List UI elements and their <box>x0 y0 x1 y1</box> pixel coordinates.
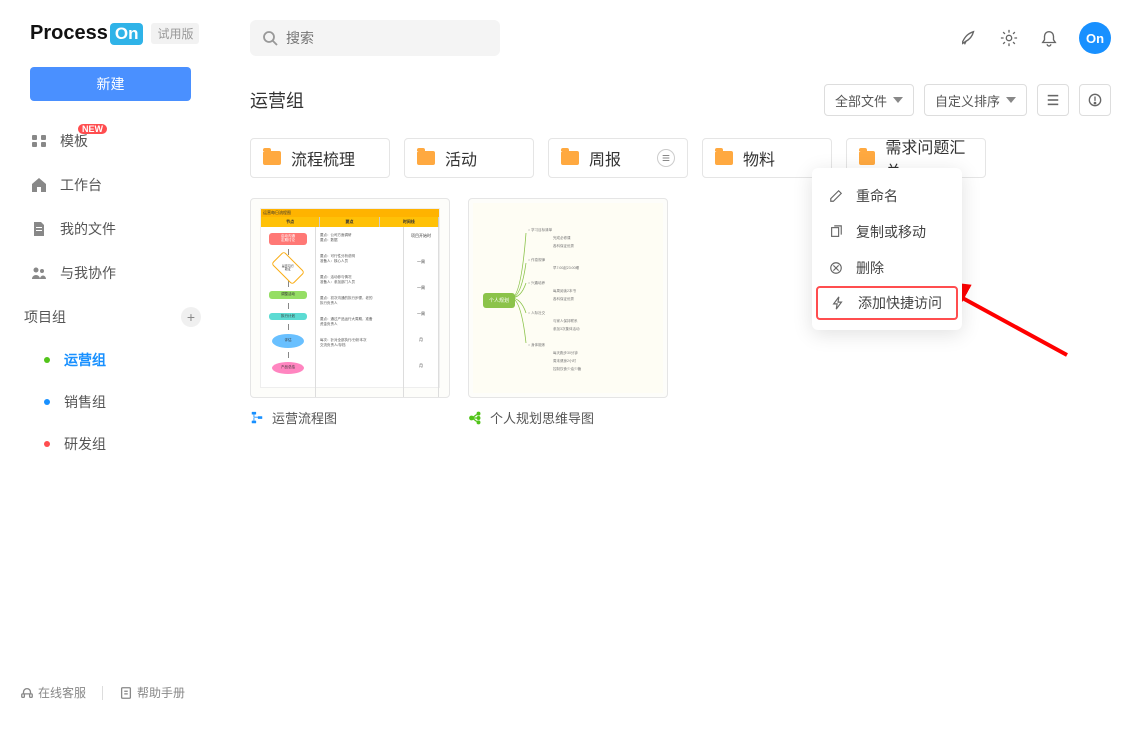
nav-templates[interactable]: 模板 NEW <box>0 119 221 163</box>
bell-icon[interactable] <box>1039 28 1059 48</box>
nav-label: 与我协作 <box>60 263 116 283</box>
nav-shared[interactable]: 与我协作 <box>0 251 221 295</box>
main-content: On 运营组 全部文件 自定义排序 <box>222 0 1139 731</box>
folder-activity[interactable]: 活动 <box>404 138 534 178</box>
page-title: 运营组 <box>250 87 304 113</box>
template-icon <box>30 132 48 150</box>
menu-delete[interactable]: 删除 <box>812 250 962 286</box>
nav-my-files[interactable]: 我的文件 <box>0 207 221 251</box>
folder-weekly[interactable]: 周报 <box>548 138 688 178</box>
nav-list: 模板 NEW 工作台 我的文件 与我协作 <box>0 119 221 295</box>
copy-icon <box>828 224 844 240</box>
search-box[interactable] <box>250 20 500 56</box>
top-bar: On <box>250 20 1111 56</box>
support-link[interactable]: 在线客服 <box>20 684 86 701</box>
file-meta: 个人规划思维导图 <box>468 408 668 427</box>
folder-icon <box>561 151 579 165</box>
new-badge: NEW <box>78 124 107 134</box>
divider <box>102 686 103 700</box>
avatar[interactable]: On <box>1079 22 1111 54</box>
project-section-header: 项目组 + <box>0 295 221 339</box>
logo-badge: On <box>110 23 144 45</box>
home-icon <box>30 176 48 194</box>
section-title: 项目组 <box>24 307 66 327</box>
folder-more-button[interactable] <box>657 149 675 167</box>
group-label: 研发组 <box>64 434 106 454</box>
file-name: 个人规划思维导图 <box>490 408 594 427</box>
people-icon <box>30 264 48 282</box>
chevron-down-icon <box>893 97 903 103</box>
delete-icon <box>828 260 844 276</box>
trial-badge: 试用版 <box>151 23 199 44</box>
folder-icon <box>859 151 875 165</box>
filter-label: 全部文件 <box>835 91 887 110</box>
gear-icon[interactable] <box>999 28 1019 48</box>
menu-add-quick-access[interactable]: 添加快捷访问 <box>816 286 958 320</box>
group-label: 运营组 <box>64 350 106 370</box>
sidebar: ProcessOn 试用版 新建 模板 NEW 工作台 <box>0 0 222 731</box>
file-thumbnail: 个人规划 ○ 学习目标清单 完成必修课 各科保证优秀 ○ 作息规律 早7:00起… <box>468 198 668 398</box>
menu-label: 添加快捷访问 <box>858 293 942 313</box>
nav-label: 我的文件 <box>60 219 116 239</box>
folder-label: 活动 <box>445 146 477 170</box>
pen-icon[interactable] <box>959 28 979 48</box>
folder-icon <box>263 151 281 165</box>
folder-label: 周报 <box>589 146 621 170</box>
pencil-icon <box>828 188 844 204</box>
chevron-down-icon <box>1006 97 1016 103</box>
menu-copy-move[interactable]: 复制或移动 <box>812 214 962 250</box>
menu-label: 重命名 <box>856 186 898 206</box>
folders-row: 流程梳理 活动 周报 物料 需求问题汇总 <box>250 138 1111 178</box>
support-label: 在线客服 <box>38 684 86 701</box>
flowchart-type-icon <box>250 411 264 425</box>
filter-all-files[interactable]: 全部文件 <box>824 84 914 116</box>
dot-icon <box>44 399 50 405</box>
lightning-icon <box>830 295 846 311</box>
mindmap-type-icon <box>468 411 482 425</box>
group-item-sales[interactable]: 销售组 <box>0 381 221 423</box>
group-item-rd[interactable]: 研发组 <box>0 423 221 465</box>
search-input[interactable] <box>286 30 488 46</box>
folder-icon <box>417 151 435 165</box>
menu-label: 复制或移动 <box>856 222 926 242</box>
file-mindmap[interactable]: 个人规划 ○ 学习目标清单 完成必修课 各科保证优秀 ○ 作息规律 早7:00起… <box>468 198 668 427</box>
logo-row: ProcessOn 试用版 <box>0 22 221 45</box>
content-header: 运营组 全部文件 自定义排序 <box>250 84 1111 116</box>
nav-label: 工作台 <box>60 175 102 195</box>
folder-flow[interactable]: 流程梳理 <box>250 138 390 178</box>
context-menu: 重命名 复制或移动 删除 添加快捷访问 <box>812 168 962 330</box>
file-meta: 运营流程图 <box>250 408 450 427</box>
manual-label: 帮助手册 <box>137 684 185 701</box>
sidebar-footer: 在线客服 帮助手册 <box>0 684 221 731</box>
group-item-operations[interactable]: 运营组 <box>0 339 221 381</box>
sort-select[interactable]: 自定义排序 <box>924 84 1027 116</box>
dot-icon <box>44 441 50 447</box>
file-flowchart[interactable]: 运营每日流程图 节点要点时间线 启动沟通定期讨论 是否可行验证 调整活动 执行计… <box>250 198 450 427</box>
top-right: On <box>959 22 1111 54</box>
files-grid: 运营每日流程图 节点要点时间线 启动沟通定期讨论 是否可行验证 调整活动 执行计… <box>250 198 1111 427</box>
file-icon <box>30 220 48 238</box>
header-controls: 全部文件 自定义排序 <box>824 84 1111 116</box>
add-group-button[interactable]: + <box>181 307 201 327</box>
nav-label: 模板 <box>60 131 88 151</box>
list-view-button[interactable] <box>1037 84 1069 116</box>
logo-text: Process <box>30 22 108 45</box>
menu-rename[interactable]: 重命名 <box>812 178 962 214</box>
sort-label: 自定义排序 <box>935 91 1000 110</box>
file-thumbnail: 运营每日流程图 节点要点时间线 启动沟通定期讨论 是否可行验证 调整活动 执行计… <box>250 198 450 398</box>
nav-workspace[interactable]: 工作台 <box>0 163 221 207</box>
folder-icon <box>715 151 733 165</box>
menu-label: 删除 <box>856 258 884 278</box>
logo[interactable]: ProcessOn <box>30 22 143 45</box>
search-icon <box>262 30 278 46</box>
manual-link[interactable]: 帮助手册 <box>119 684 185 701</box>
group-list: 运营组 销售组 研发组 <box>0 339 221 465</box>
folder-label: 流程梳理 <box>291 146 355 170</box>
file-name: 运营流程图 <box>272 408 337 427</box>
group-label: 销售组 <box>64 392 106 412</box>
dot-icon <box>44 357 50 363</box>
new-button[interactable]: 新建 <box>30 67 191 101</box>
info-button[interactable] <box>1079 84 1111 116</box>
folder-label: 物料 <box>743 146 775 170</box>
